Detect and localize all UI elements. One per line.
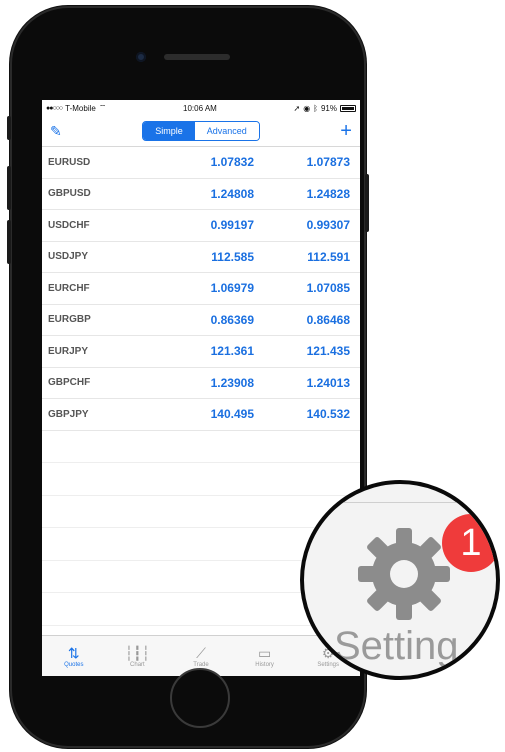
tab-advanced[interactable]: Advanced <box>194 122 259 140</box>
bluetooth-icon: ᛒ <box>313 103 318 113</box>
ask-price: 140.532 <box>306 407 350 422</box>
ask-price: 1.24828 <box>306 186 350 201</box>
power-button <box>365 174 369 232</box>
ask-price: 1.07085 <box>306 281 350 296</box>
tab-label: Chart <box>130 662 145 668</box>
quote-row-usdchf[interactable]: USDCHF 0.99197 0.99307 <box>42 210 360 242</box>
ask-price: 0.99307 <box>306 218 350 233</box>
tab-chart[interactable]: ┆┇┆ Chart <box>107 644 167 668</box>
gear-icon <box>358 528 450 620</box>
empty-row <box>42 496 360 528</box>
home-button[interactable] <box>170 668 230 728</box>
ask-price: 121.435 <box>306 344 350 359</box>
phone-frame: ●●○○○ T-Mobile ⌔ 10:06 AM ➚ ◉ ᛒ 91% ✎ Si… <box>7 6 369 748</box>
bid-price: 0.99197 <box>210 218 254 233</box>
quote-row-gbpjpy[interactable]: GBPJPY 140.495 140.532 <box>42 399 360 431</box>
bid-price: 1.24808 <box>210 186 254 201</box>
edit-pencil-icon[interactable]: ✎ <box>50 123 70 140</box>
bid-price: 112.585 <box>211 249 254 264</box>
divider <box>304 502 496 503</box>
bid-price: 0.86369 <box>210 312 254 327</box>
ask-price: 0.86468 <box>306 312 350 327</box>
chart-icon: ┆┇┆ <box>124 645 151 661</box>
settings-label-zoomed: Setting <box>334 624 459 668</box>
empty-row <box>42 431 360 463</box>
quote-row-eurgbp[interactable]: EURGBP 0.86369 0.86468 <box>42 305 360 336</box>
stage: ●●○○○ T-Mobile ⌔ 10:06 AM ➚ ◉ ᛒ 91% ✎ Si… <box>0 0 505 752</box>
bid-price: 1.06979 <box>210 281 254 296</box>
symbol-label: USDCHF <box>48 219 90 231</box>
nav-bar: ✎ Simple Advanced + <box>42 116 360 147</box>
symbol-label: EURUSD <box>48 156 91 168</box>
battery-icon <box>340 104 356 112</box>
symbol-label: EURJPY <box>48 345 89 357</box>
wifi-icon: ⌔ <box>98 103 107 112</box>
tab-simple[interactable]: Simple <box>143 122 195 140</box>
front-camera <box>136 52 146 62</box>
ask-price: 1.24013 <box>306 375 350 390</box>
status-bar: ●●○○○ T-Mobile ⌔ 10:06 AM ➚ ◉ ᛒ 91% <box>42 100 360 116</box>
quote-row-usdjpy[interactable]: USDJPY 112.585 112.591 <box>42 242 360 273</box>
tab-label: History <box>255 662 274 668</box>
quote-row-gbpchf[interactable]: GBPCHF 1.23908 1.24013 <box>42 368 360 399</box>
tab-history[interactable]: ▭ History <box>235 644 295 668</box>
symbol-label: GBPUSD <box>48 188 91 200</box>
quote-row-eurchf[interactable]: EURCHF 1.06979 1.07085 <box>42 273 360 305</box>
bid-price: 1.07832 <box>210 155 254 170</box>
mute-switch <box>7 116 11 140</box>
bid-price: 1.23908 <box>210 375 254 390</box>
symbol-label: USDJPY <box>48 251 89 263</box>
quotes-icon: ⇅ <box>67 645 80 661</box>
quote-row-eurjpy[interactable]: EURJPY 121.361 121.435 <box>42 336 360 368</box>
carrier-label: T-Mobile <box>65 103 96 113</box>
mode-segmented-control: Simple Advanced <box>142 121 260 141</box>
history-icon: ▭ <box>257 645 272 661</box>
tab-quotes[interactable]: ⇅ Quotes <box>44 644 104 668</box>
volume-up-button <box>7 166 11 210</box>
notification-badge: 1 <box>442 514 496 572</box>
ask-price: 1.07873 <box>306 155 350 170</box>
symbol-label: GBPJPY <box>48 408 89 420</box>
tab-trade[interactable]: ⟋ Trade <box>171 644 231 668</box>
add-symbol-icon[interactable]: + <box>332 120 352 143</box>
trade-icon: ⟋ <box>196 645 206 661</box>
earpiece-speaker <box>164 54 230 60</box>
alarm-icon: ◉ <box>303 103 311 113</box>
symbol-label: EURGBP <box>48 314 91 326</box>
bid-price: 121.361 <box>210 344 254 359</box>
quote-row-eurusd[interactable]: EURUSD 1.07832 1.07873 <box>42 147 360 179</box>
symbol-label: GBPCHF <box>48 377 91 389</box>
volume-down-button <box>7 220 11 264</box>
tab-label: Quotes <box>64 662 84 668</box>
location-icon: ➚ <box>293 103 301 113</box>
status-time: 10:06 AM <box>183 103 217 113</box>
settings-magnifier: 1 Setting <box>300 480 500 680</box>
ask-price: 112.591 <box>307 249 350 264</box>
bid-price: 140.495 <box>210 407 254 422</box>
quote-row-gbpusd[interactable]: GBPUSD 1.24808 1.24828 <box>42 179 360 210</box>
empty-row <box>42 463 360 496</box>
symbol-label: EURCHF <box>48 282 90 294</box>
signal-icon: ●●○○○ <box>46 104 63 112</box>
battery-percent: 91% <box>320 103 337 113</box>
